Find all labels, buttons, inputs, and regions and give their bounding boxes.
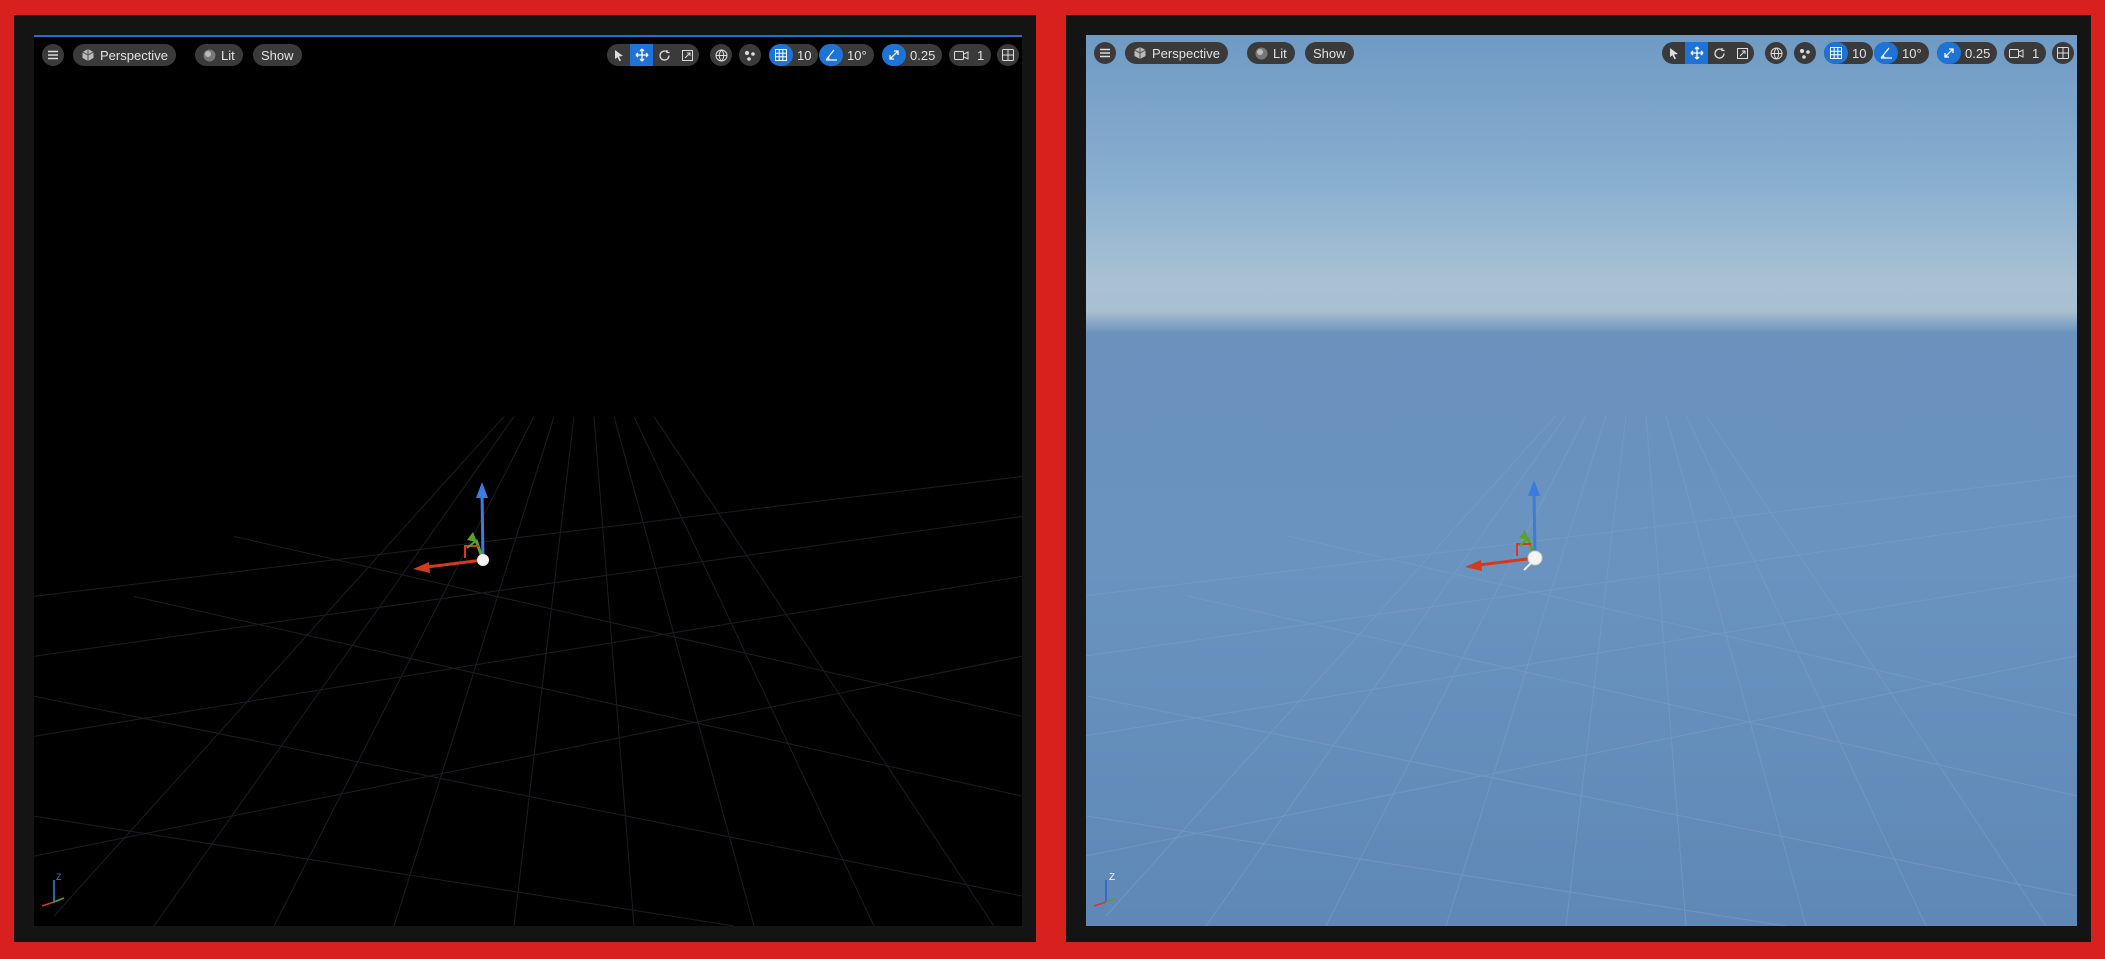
lit-sphere-icon (203, 49, 216, 62)
view-mode-button[interactable]: Perspective (1125, 42, 1228, 64)
scale-icon (681, 49, 694, 62)
camera-speed-value: 1 (977, 47, 985, 63)
scale-tool-button[interactable] (676, 44, 699, 66)
scale-snap-icon (882, 44, 906, 66)
select-cursor-icon (1668, 47, 1680, 60)
rotate-icon (658, 49, 671, 62)
scale-tool-button[interactable] (1731, 42, 1754, 64)
grid-snap-icon (1824, 42, 1848, 64)
x-axis-arrowhead (1465, 560, 1482, 571)
rotate-tool-button[interactable] (1708, 42, 1731, 64)
world-globe-icon (715, 49, 728, 62)
select-cursor-icon (613, 49, 625, 62)
viewport-left[interactable]: Perspective Lit Show 10 10° 0.25 1 Z (34, 35, 1022, 926)
rotation-snap-value: 10° (1902, 45, 1922, 61)
maximize-layout-icon (2057, 47, 2069, 59)
rotation-snap-icon (1874, 42, 1898, 64)
ground-grid (34, 416, 1022, 926)
z-axis-label: Z (1109, 872, 1115, 883)
viewport-menu-button[interactable] (1094, 42, 1116, 64)
viewport-right[interactable]: Perspective Lit Show 10 10° 0.25 1 Z (1086, 35, 2077, 926)
translate-tool-button[interactable] (1685, 42, 1708, 64)
view-mode-label: Perspective (1152, 45, 1220, 61)
camera-speed-icon (949, 44, 973, 66)
rotate-icon (1713, 47, 1726, 60)
show-flags-button[interactable]: Show (253, 44, 302, 66)
z-axis-arrow[interactable] (1532, 489, 1537, 559)
scale-icon (1736, 47, 1749, 60)
grid-snap-value: 10 (1852, 45, 1867, 61)
surface-snap-icon (1798, 47, 1812, 60)
scale-snap-value: 0.25 (910, 47, 936, 63)
transform-tools-group (1662, 42, 1754, 64)
ground-grid (1086, 415, 2077, 926)
perspective-cube-icon (81, 48, 95, 62)
x-axis-arrow[interactable] (1478, 556, 1536, 567)
scale-snap-control[interactable]: 0.25 (1937, 42, 1998, 64)
viewport-panel-right: Perspective Lit Show 10 10° 0.25 1 Z (1066, 15, 2091, 942)
rotation-snap-control[interactable]: 10° (1874, 42, 1929, 64)
grid-snap-control[interactable]: 10 (769, 44, 819, 66)
hamburger-menu-icon (1099, 48, 1111, 58)
rotate-tool-button[interactable] (653, 44, 676, 66)
z-axis-arrow[interactable] (480, 491, 485, 561)
perspective-cube-icon (1133, 46, 1147, 60)
z-axis-arrowhead (1528, 480, 1540, 496)
x-axis-arrowhead (413, 562, 430, 573)
transform-gizmo[interactable] (379, 472, 499, 592)
world-axis-indicator: Z (41, 872, 65, 907)
world-axis-indicator: Z (1093, 872, 1117, 907)
select-tool-button[interactable] (1662, 42, 1685, 64)
rotation-snap-icon (819, 44, 843, 66)
lighting-mode-button[interactable]: Lit (195, 44, 243, 66)
viewport-layout-button[interactable] (2052, 42, 2074, 64)
transform-tools-group (607, 44, 699, 66)
camera-speed-value: 1 (2032, 45, 2040, 61)
coordinate-space-button[interactable] (1765, 42, 1787, 64)
transform-gizmo[interactable] (1431, 470, 1551, 590)
gizmo-center[interactable] (477, 554, 489, 566)
scale-snap-value: 0.25 (1965, 45, 1991, 61)
viewport-layout-button[interactable] (997, 44, 1019, 66)
grid-snap-value: 10 (797, 47, 812, 63)
light-direction-indicator (1523, 562, 1532, 571)
x-axis-arrow[interactable] (426, 558, 484, 569)
maximize-layout-icon (1002, 49, 1014, 61)
show-flags-button[interactable]: Show (1305, 42, 1354, 64)
z-axis-label: Z (56, 872, 62, 882)
view-mode-button[interactable]: Perspective (73, 44, 176, 66)
hamburger-menu-icon (47, 50, 59, 60)
lighting-mode-label: Lit (1273, 45, 1287, 61)
viewport-menu-button[interactable] (42, 44, 64, 66)
select-tool-button[interactable] (607, 44, 630, 66)
show-label: Show (1313, 45, 1346, 61)
translate-arrows-icon (635, 48, 649, 62)
surface-snap-button[interactable] (1794, 42, 1816, 64)
scale-snap-control[interactable]: 0.25 (882, 44, 943, 66)
surface-snap-icon (743, 49, 757, 62)
camera-speed-icon (2004, 42, 2028, 64)
viewport-toolbar: Perspective Lit Show 10 10° 0.25 1 (42, 41, 1019, 67)
rotation-snap-value: 10° (847, 47, 867, 63)
show-label: Show (261, 47, 294, 63)
scale-snap-icon (1937, 42, 1961, 64)
camera-speed-control[interactable]: 1 (949, 44, 992, 66)
lighting-mode-label: Lit (221, 47, 235, 63)
lighting-mode-button[interactable]: Lit (1247, 42, 1295, 64)
world-globe-icon (1770, 47, 1783, 60)
viewport-toolbar: Perspective Lit Show 10 10° 0.25 1 (1094, 39, 2074, 65)
viewport-panel-left: Perspective Lit Show 10 10° 0.25 1 Z (14, 15, 1036, 942)
z-axis-arrowhead (476, 482, 488, 498)
coordinate-space-button[interactable] (710, 44, 732, 66)
translate-arrows-icon (1690, 46, 1704, 60)
view-mode-label: Perspective (100, 47, 168, 63)
grid-snap-control[interactable]: 10 (1824, 42, 1874, 64)
lit-sphere-icon (1255, 47, 1268, 60)
surface-snap-button[interactable] (739, 44, 761, 66)
translate-tool-button[interactable] (630, 44, 653, 66)
camera-speed-control[interactable]: 1 (2004, 42, 2047, 64)
grid-snap-icon (769, 44, 793, 66)
rotation-snap-control[interactable]: 10° (819, 44, 874, 66)
